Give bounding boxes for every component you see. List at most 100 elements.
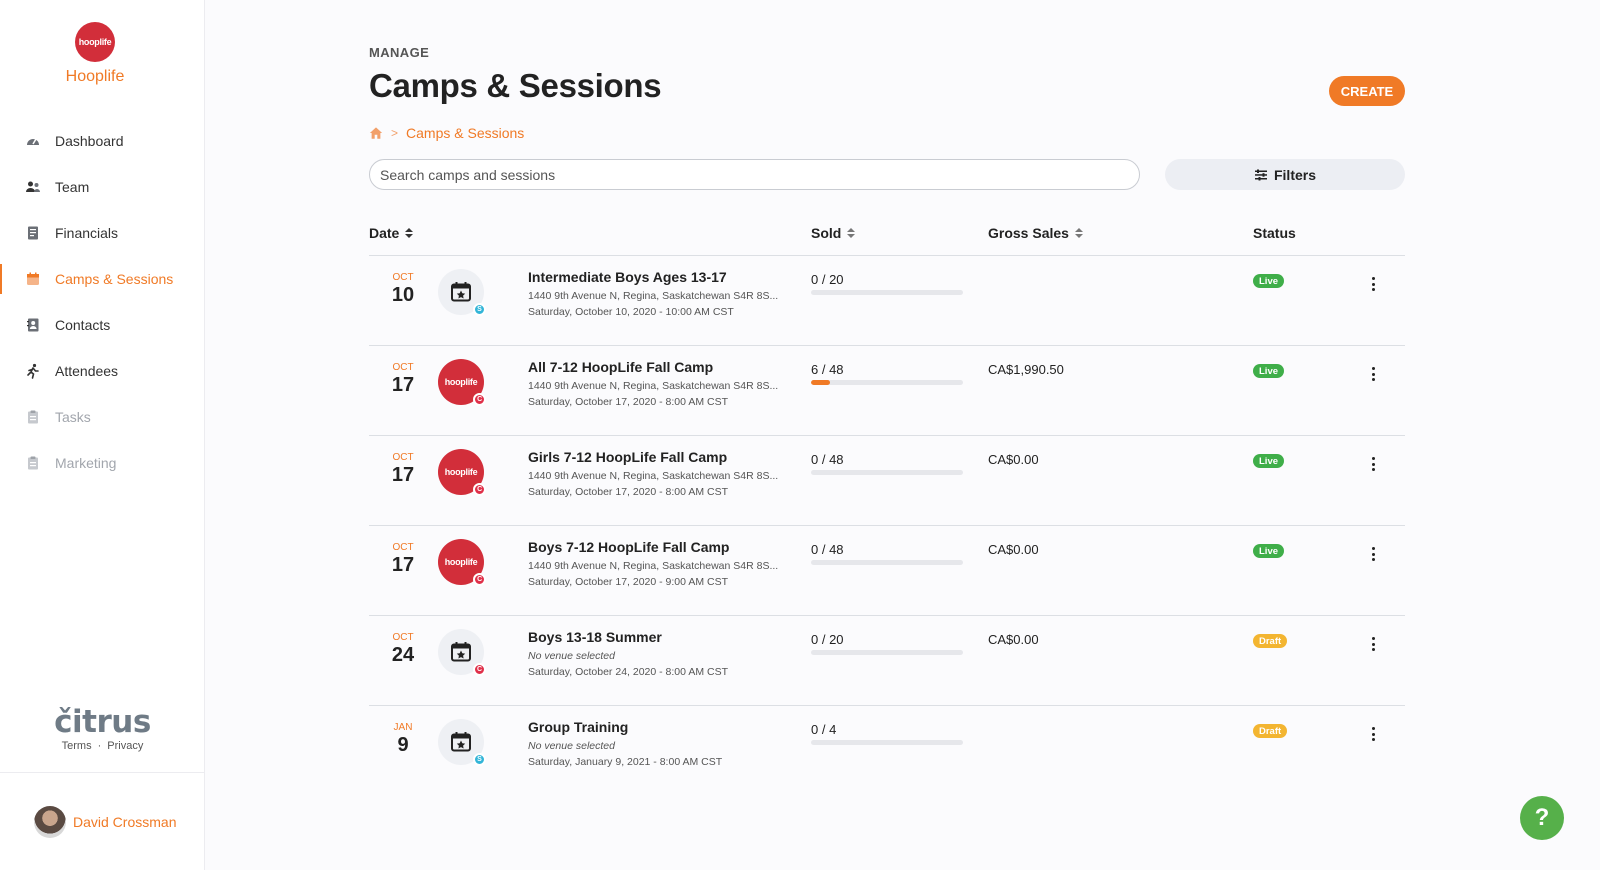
brand[interactable]: hooplife Hooplife (0, 22, 190, 86)
sidebar-item-label: Marketing (55, 455, 117, 471)
type-badge: S (473, 303, 486, 316)
sold-progress-fill (811, 380, 830, 385)
filters-button[interactable]: Filters (1165, 159, 1405, 190)
footer-links: Terms · Privacy (0, 740, 205, 752)
type-badge: C (473, 393, 486, 406)
table-row[interactable]: OCT 17 hooplife C Girls 7-12 HoopLife Fal… (369, 436, 1405, 526)
sold-progress-bar (811, 380, 963, 385)
column-label: Date (369, 225, 400, 241)
sidebar-item-contacts[interactable]: Contacts (0, 302, 205, 348)
sold-count: 6 / 48 (811, 362, 844, 377)
logo-text: hooplife (444, 377, 478, 387)
sidebar-item-camps-sessions[interactable]: Camps & Sessions (0, 256, 205, 302)
sidebar-item-team[interactable]: Team (0, 164, 205, 210)
clipboard-icon (25, 409, 41, 425)
event-logo: hooplife C (438, 449, 486, 496)
sort-icon (1074, 228, 1083, 238)
sold-progress-bar (811, 290, 963, 295)
privacy-link[interactable]: Privacy (107, 740, 143, 752)
help-button[interactable]: ? (1520, 796, 1564, 840)
sidebar-item-tasks[interactable]: Tasks (0, 394, 205, 440)
runner-icon (25, 363, 41, 379)
status-badge: Live (1253, 364, 1285, 378)
hooplife-logo[interactable]: hooplife (75, 22, 115, 62)
more-options-icon[interactable] (1367, 634, 1379, 654)
date-day: 9 (397, 734, 409, 756)
more-options-icon[interactable] (1367, 274, 1379, 294)
sidebar-item-label: Tasks (55, 409, 91, 425)
date-month: OCT (392, 632, 414, 643)
avatar[interactable] (34, 805, 66, 838)
gross-sales: CA$0.00 (988, 632, 1039, 647)
event-title[interactable]: Group Training (528, 719, 628, 735)
table-row[interactable]: JAN 9 S Group Training No venue selected… (369, 706, 1405, 796)
event-title[interactable]: Girls 7-12 HoopLife Fall Camp (528, 449, 727, 465)
user-name[interactable]: David Crossman (73, 814, 176, 830)
type-badge: S (473, 753, 486, 766)
more-options-icon[interactable] (1367, 724, 1379, 744)
event-datetime: Saturday, October 17, 2020 - 9:00 AM CST (528, 576, 728, 588)
table-row[interactable]: OCT 10 S Intermediate Boys Ages 13-17 14… (369, 256, 1405, 346)
sidebar-item-marketing[interactable]: Marketing (0, 440, 205, 486)
terms-link[interactable]: Terms (62, 740, 92, 752)
date-month: OCT (392, 542, 414, 553)
breadcrumb-separator: > (391, 126, 399, 140)
sold-count: 0 / 20 (811, 632, 844, 647)
event-title[interactable]: Boys 7-12 HoopLife Fall Camp (528, 539, 729, 555)
column-label: Status (1253, 225, 1296, 241)
sidebar-item-label: Attendees (55, 363, 119, 379)
search-input[interactable] (369, 159, 1140, 190)
more-options-icon[interactable] (1367, 454, 1379, 474)
type-badge: C (473, 573, 486, 586)
sidebar: hooplife Hooplife Dashboard Team Financi… (0, 0, 205, 870)
more-options-icon[interactable] (1367, 364, 1379, 384)
table-row[interactable]: OCT 17 hooplife C Boys 7-12 HoopLife Fall… (369, 526, 1405, 616)
gross-sales: CA$1,990.50 (988, 362, 1064, 377)
sold-count: 0 / 20 (811, 272, 844, 287)
status-badge: Live (1253, 274, 1285, 288)
sidebar-item-financials[interactable]: Financials (0, 210, 205, 256)
table-row[interactable]: OCT 24 C Boys 13-18 Summer No venue sele… (369, 616, 1405, 706)
calendar-star-icon: C (438, 629, 486, 676)
event-datetime: Saturday, October 17, 2020 - 8:00 AM CST (528, 486, 728, 498)
sidebar-item-dashboard[interactable]: Dashboard (0, 118, 205, 164)
status-badge: Live (1253, 454, 1285, 468)
event-title[interactable]: All 7-12 HoopLife Fall Camp (528, 359, 713, 375)
type-badge: C (473, 663, 486, 676)
table-row[interactable]: OCT 17 hooplife C All 7-12 HoopLife Fall … (369, 346, 1405, 436)
event-title[interactable]: Intermediate Boys Ages 13-17 (528, 269, 727, 285)
column-label: Gross Sales (988, 225, 1069, 241)
status-badge: Draft (1253, 724, 1288, 738)
logo-text: hooplife (444, 467, 478, 477)
sold-progress-bar (811, 650, 963, 655)
calendar-star-icon: S (438, 269, 486, 316)
brand-name[interactable]: Hooplife (0, 68, 190, 86)
event-venue: 1440 9th Avenue N, Regina, Saskatchewan … (528, 560, 779, 572)
event-venue: 1440 9th Avenue N, Regina, Saskatchewan … (528, 470, 779, 482)
column-header-sold[interactable]: Sold (811, 225, 856, 241)
people-icon (25, 179, 41, 195)
event-title[interactable]: Boys 13-18 Summer (528, 629, 662, 645)
create-button[interactable]: CREATE (1329, 76, 1405, 106)
column-header-gross-sales[interactable]: Gross Sales (988, 225, 1083, 241)
status-badge: Live (1253, 544, 1285, 558)
user-menu[interactable]: David Crossman (0, 772, 205, 870)
home-icon[interactable] (369, 126, 383, 140)
table-body: OCT 10 S Intermediate Boys Ages 13-17 14… (369, 256, 1405, 796)
breadcrumb-current[interactable]: Camps & Sessions (406, 125, 524, 141)
date-month: OCT (392, 362, 414, 373)
breadcrumb: > Camps & Sessions (369, 125, 524, 141)
date-month: JAN (393, 722, 413, 733)
event-venue: No venue selected (528, 740, 615, 752)
more-options-icon[interactable] (1367, 544, 1379, 564)
column-header-date[interactable]: Date (369, 225, 414, 241)
citrus-footer: čitrus Terms · Privacy (0, 704, 205, 752)
sidebar-item-label: Camps & Sessions (55, 271, 174, 287)
date-day: 17 (391, 464, 415, 486)
event-datetime: Saturday, October 17, 2020 - 8:00 AM CST (528, 396, 728, 408)
sidebar-nav: Dashboard Team Financials Camps & Sessio… (0, 118, 205, 486)
date-day: 10 (391, 284, 415, 306)
event-logo: hooplife C (438, 539, 486, 586)
sidebar-item-attendees[interactable]: Attendees (0, 348, 205, 394)
date-day: 17 (391, 554, 415, 576)
